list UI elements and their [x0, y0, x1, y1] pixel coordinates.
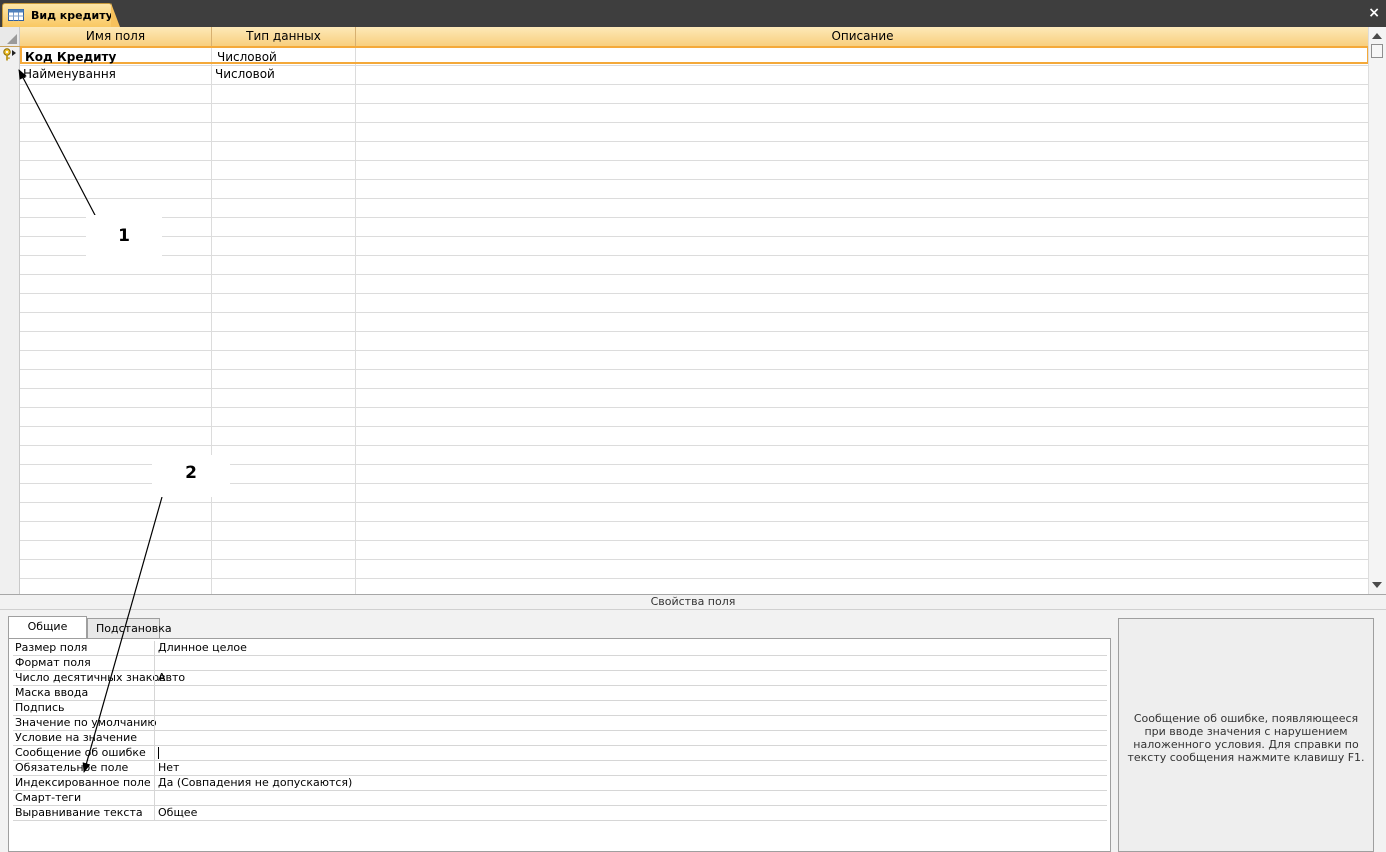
- property-value[interactable]: Да (Совпадения не допускаются): [158, 776, 352, 790]
- field-name-cell[interactable]: Найменування: [23, 65, 116, 83]
- header-field-name[interactable]: Имя поля: [20, 27, 212, 46]
- annotation-callout-2: 2: [152, 455, 230, 497]
- property-value[interactable]: Авто: [158, 671, 185, 685]
- grid-rows[interactable]: [20, 47, 1369, 594]
- data-type-cell[interactable]: Числовой: [217, 48, 277, 66]
- property-row[interactable]: Условие на значение: [13, 731, 1107, 746]
- property-label: Индексированное поле: [15, 776, 151, 789]
- property-value[interactable]: Общее: [158, 806, 197, 820]
- field-name-cell[interactable]: Код Кредиту: [25, 48, 116, 66]
- property-label: Подпись: [15, 701, 65, 714]
- property-label: Маска ввода: [15, 686, 89, 699]
- header-description[interactable]: Описание: [356, 27, 1369, 46]
- table-icon: [8, 9, 24, 21]
- scroll-up-icon[interactable]: [1372, 33, 1382, 39]
- property-row[interactable]: Значение по умолчанию: [13, 716, 1107, 731]
- select-all-corner[interactable]: [0, 27, 20, 46]
- property-label: Смарт-теги: [15, 791, 82, 804]
- properties-title: Свойства поля: [0, 595, 1386, 610]
- annotation-callout-1: 1: [86, 215, 162, 257]
- property-row[interactable]: Обязательное поле Нет: [13, 761, 1107, 776]
- field-row[interactable]: Найменування Числовой: [20, 65, 1369, 83]
- column-divider: [211, 47, 212, 594]
- property-row[interactable]: Маска ввода: [13, 686, 1107, 701]
- document-tab-bar: Вид кредиту ×: [0, 0, 1386, 27]
- property-row[interactable]: Выравнивание текста Общее: [13, 806, 1107, 821]
- tab-lookup[interactable]: Подстановка: [87, 618, 172, 638]
- scroll-down-icon[interactable]: [1372, 582, 1382, 588]
- property-label: Число десятичных знаков: [15, 671, 166, 684]
- text-caret: [158, 747, 159, 759]
- field-design-grid: Имя поля Тип данных Описание Код Кредиту…: [0, 27, 1386, 594]
- property-help-box: Сообщение об ошибке, появляющееся при вв…: [1118, 618, 1374, 852]
- close-icon[interactable]: ×: [1368, 4, 1380, 22]
- property-label: Выравнивание текста: [15, 806, 143, 819]
- property-label: Значение по умолчанию: [15, 716, 157, 729]
- property-row[interactable]: Смарт-теги: [13, 791, 1107, 806]
- field-properties-panel: Свойства поля Общие Подстановка Размер п…: [0, 594, 1386, 852]
- primary-key-icon: [3, 48, 16, 61]
- field-row[interactable]: Код Кредиту Числовой: [20, 46, 1369, 64]
- property-row[interactable]: Индексированное поле Да (Совпадения не до…: [13, 776, 1107, 791]
- property-list: Размер поля Длинное целое Формат поля Чис…: [8, 638, 1111, 852]
- document-tab-title: Вид кредиту: [31, 9, 113, 22]
- property-value[interactable]: Длинное целое: [158, 641, 247, 655]
- property-row[interactable]: Формат поля: [13, 656, 1107, 671]
- property-row[interactable]: Сообщение об ошибке: [13, 746, 1107, 761]
- grid-header: Имя поля Тип данных Описание: [0, 27, 1369, 47]
- tab-general[interactable]: Общие: [8, 616, 87, 638]
- property-label: Сообщение об ошибке: [15, 746, 146, 759]
- property-label: Размер поля: [15, 641, 88, 654]
- document-tab[interactable]: Вид кредиту: [2, 3, 120, 27]
- property-label: Условие на значение: [15, 731, 137, 744]
- property-row[interactable]: Подпись: [13, 701, 1107, 716]
- scroll-thumb[interactable]: [1371, 44, 1383, 58]
- property-row[interactable]: Число десятичных знаков Авто: [13, 671, 1107, 686]
- data-type-cell[interactable]: Числовой: [215, 65, 275, 83]
- property-value-editing[interactable]: [158, 746, 159, 760]
- grid-vertical-scrollbar[interactable]: [1368, 27, 1386, 594]
- property-label: Формат поля: [15, 656, 91, 669]
- header-data-type[interactable]: Тип данных: [212, 27, 356, 46]
- property-value[interactable]: Нет: [158, 761, 179, 775]
- property-row[interactable]: Размер поля Длинное целое: [13, 641, 1107, 656]
- column-divider: [355, 47, 356, 594]
- row-selector-column[interactable]: [0, 47, 20, 594]
- property-help-text: Сообщение об ошибке, появляющееся при вв…: [1127, 712, 1365, 764]
- property-label: Обязательное поле: [15, 761, 129, 774]
